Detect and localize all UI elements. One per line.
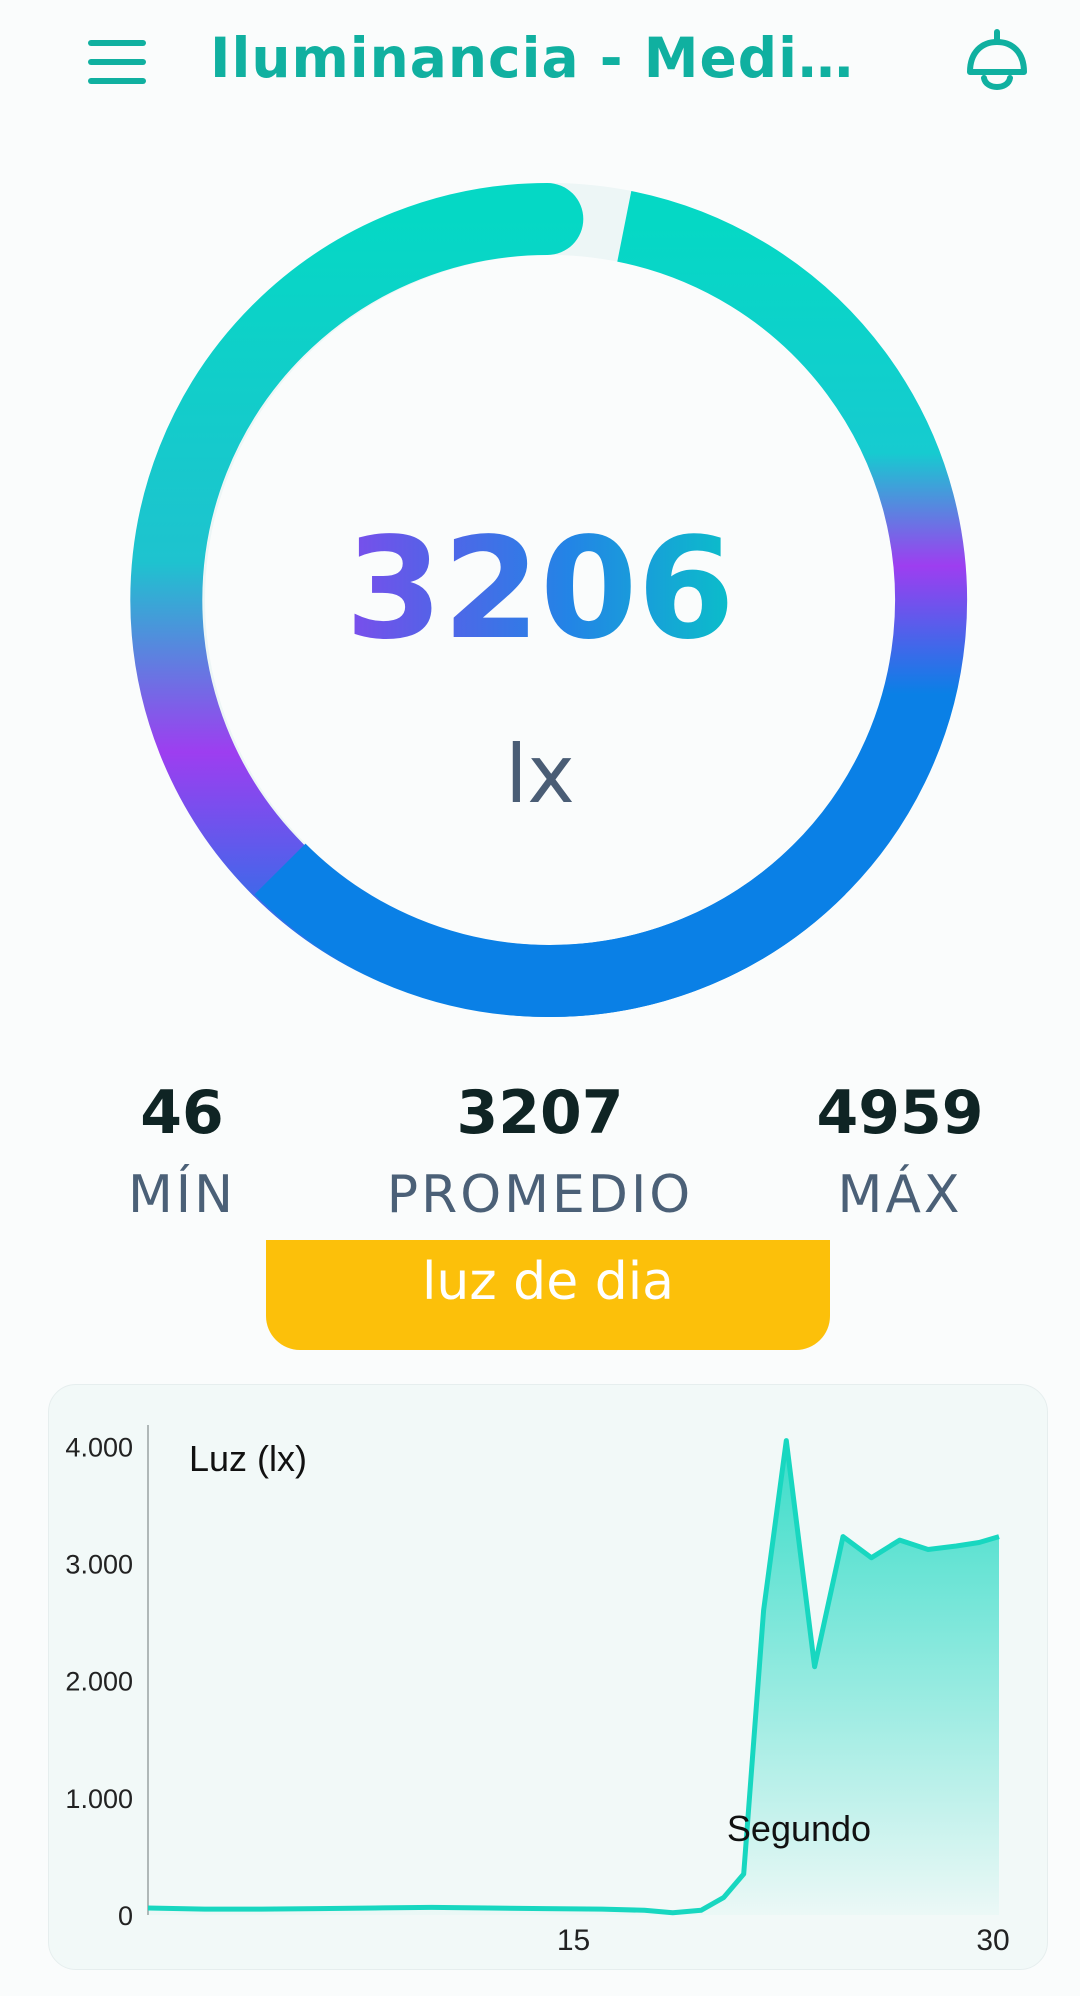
average-value: 3207 <box>456 1078 624 1148</box>
y-tick-label: 2.000 <box>65 1667 133 1697</box>
min-value: 46 <box>140 1078 224 1148</box>
menu-line-middle <box>88 59 146 65</box>
y-tick-label: 0 <box>118 1901 133 1931</box>
illuminance-chart: 0 1.000 2.000 3.000 4.000 15 30 Luz (lx) Segu… <box>65 1425 1010 1957</box>
illuminance-value: 3206 <box>260 520 820 660</box>
series-area <box>148 1440 999 1915</box>
light-type-badge: luz de dia <box>266 1240 830 1350</box>
app-title: Iluminancia - Medidor … <box>210 26 880 90</box>
average-label: PROMEDIO <box>386 1165 694 1225</box>
x-axis-label: Segundo <box>727 1808 871 1849</box>
x-tick-label: 15 <box>557 1924 590 1957</box>
max-label: MÁX <box>837 1165 963 1225</box>
gauge-arc-bottom <box>549 843 846 1018</box>
y-tick-label: 1.000 <box>65 1784 133 1814</box>
menu-line-top <box>88 40 146 46</box>
ceiling-lamp-icon[interactable] <box>962 28 1032 98</box>
min-label: MÍN <box>127 1165 237 1225</box>
y-tick-label: 4.000 <box>65 1432 133 1462</box>
max-value: 4959 <box>816 1078 984 1148</box>
hamburger-menu-icon[interactable] <box>84 38 154 90</box>
top-app-bar: Iluminancia - Medidor … <box>0 0 1080 126</box>
gauge-arc-bottom-left <box>254 843 551 1018</box>
illuminance-chart-card: 0 1.000 2.000 3.000 4.000 15 30 Luz (lx) Segu… <box>48 1384 1048 1970</box>
menu-line-bottom <box>88 78 146 84</box>
illuminance-unit: lx <box>505 728 575 821</box>
y-tick-label: 3.000 <box>65 1550 133 1580</box>
x-tick-label: 30 <box>976 1924 1009 1957</box>
series-label: Luz (lx) <box>189 1438 307 1479</box>
ceiling-lamp-glyph <box>967 29 1027 90</box>
